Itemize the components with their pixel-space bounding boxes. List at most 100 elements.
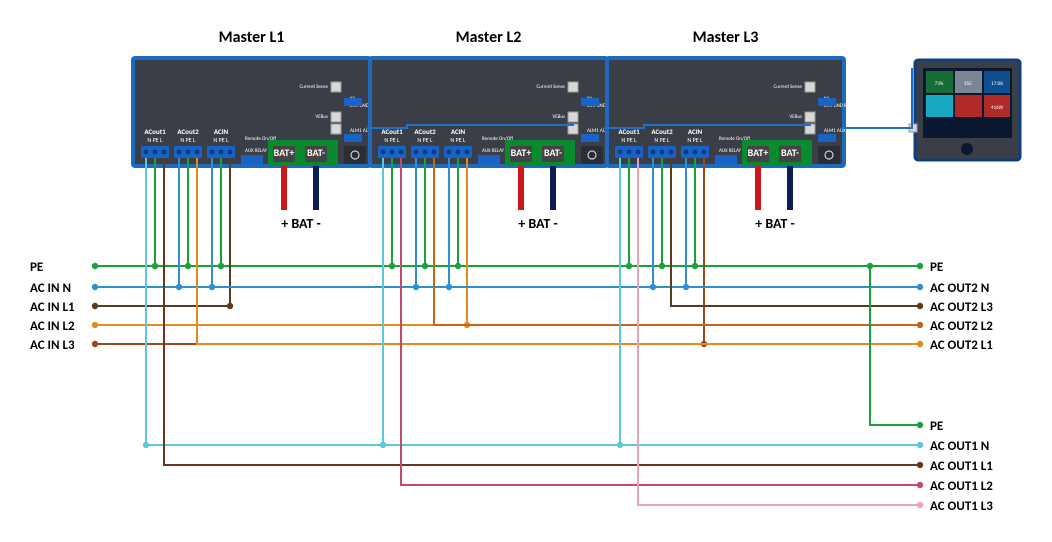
junction-node — [867, 263, 873, 269]
port-label: ACout2 — [414, 127, 436, 136]
bat-pos-wire — [281, 166, 287, 210]
bat-pos-label: BAT+ — [274, 146, 295, 159]
aux-label: AUX RELAY — [482, 148, 505, 154]
bus-label: AC IN L3 — [30, 338, 75, 353]
bus-acout2-l2 — [434, 158, 920, 325]
port-sublabel: N PE L — [384, 136, 400, 144]
port-sublabel: N PE L — [654, 136, 670, 144]
bus-label: AC OUT1 L3 — [930, 499, 993, 514]
junction-node — [143, 442, 149, 448]
cs-port — [331, 82, 341, 92]
bus-acout1-l1 — [164, 158, 920, 465]
junction-node — [917, 263, 923, 269]
bat-neg-label: BAT- — [307, 146, 325, 159]
power-panel — [344, 146, 366, 164]
power-panel — [581, 146, 603, 164]
aux-terminal — [478, 155, 500, 164]
bus-acin-l3 — [95, 158, 704, 344]
bus-label: AC IN L2 — [30, 319, 75, 334]
bus-label: AC OUT2 L1 — [930, 338, 993, 353]
mon-pct: 73% — [935, 81, 944, 87]
junction-node — [422, 263, 428, 269]
bat-label: + BAT - — [518, 215, 558, 232]
vebus-label: VEBus — [789, 114, 802, 120]
port-label: ACIN — [688, 127, 703, 136]
cs-label: Current Sense — [774, 84, 803, 90]
vebus-port1 — [331, 112, 341, 122]
port-sublabel: N PE L — [687, 136, 703, 144]
power-panel — [818, 146, 840, 164]
port-label: ACIN — [214, 127, 229, 136]
vebus-port2 — [331, 124, 341, 134]
aux-terminal — [241, 155, 263, 164]
k1-terminal — [818, 98, 836, 106]
bus-label: AC OUT2 L3 — [930, 300, 993, 315]
port-sublabel: N PE L — [180, 136, 196, 144]
bus-label: PE — [930, 419, 943, 434]
bus-label: AC OUT1 N — [930, 439, 989, 454]
bat-pos-label: BAT+ — [748, 146, 769, 159]
junction-node — [617, 442, 623, 448]
junction-node — [152, 263, 158, 269]
cs-port — [805, 82, 815, 92]
port-label: ACout2 — [177, 127, 199, 136]
aux-label: AUX RELAY — [245, 148, 268, 154]
junction-node — [692, 263, 698, 269]
junction-node — [659, 263, 665, 269]
bat-pos-wire — [518, 166, 524, 210]
port-label: ACout2 — [651, 127, 673, 136]
junction-node — [380, 442, 386, 448]
cs-port — [568, 82, 578, 92]
port-label: ACout1 — [144, 127, 166, 136]
bus-acout2-l3 — [671, 158, 920, 306]
port-sublabel: N PE L — [213, 136, 229, 144]
inverter-unit: Master L1ACout1N PE LACout2N PE LACINN P… — [133, 28, 382, 232]
bus-acin-l1 — [95, 158, 230, 306]
bus-pe-bot — [870, 266, 920, 425]
units: Master L1ACout1N PE LACout2N PE LACINN P… — [133, 28, 856, 232]
bus-label: AC IN L1 — [30, 300, 75, 315]
vebus-label: VEBus — [552, 114, 565, 120]
bat-neg-label: BAT- — [781, 146, 799, 159]
cs-label: Current Sense — [537, 84, 566, 90]
wiring-diagram: Master L1ACout1N PE LACout2N PE LACINN P… — [0, 0, 1052, 542]
junction-node — [185, 263, 191, 269]
bus-label: AC OUT1 L2 — [930, 479, 993, 494]
bus-lines: PEPEAC IN NAC IN L1AC IN L2AC IN L3AC OU… — [30, 158, 993, 514]
bus-label: PE — [930, 260, 943, 275]
bat-neg-wire — [313, 166, 319, 210]
bus-label: PE — [30, 260, 43, 275]
mon-red: 416W — [991, 105, 1004, 111]
unit-title: Master L1 — [219, 28, 285, 47]
bat-pos-wire — [755, 166, 761, 210]
junction-node — [455, 263, 461, 269]
monitor-unit: 73% ESS 17:08 416W — [909, 60, 1020, 160]
inverter-unit: Master L3ACout1N PE LACout2N PE LACINN P… — [607, 28, 856, 232]
alm-terminal — [818, 134, 836, 142]
aux-terminal — [715, 155, 737, 164]
bus-label: AC OUT1 L1 — [930, 459, 993, 474]
junction-node — [626, 263, 632, 269]
unit-title: Master L3 — [693, 28, 759, 47]
bus-label: AC OUT2 N — [930, 281, 989, 296]
bat-pos-label: BAT+ — [511, 146, 532, 159]
junction-node — [227, 303, 233, 309]
junction-node — [413, 284, 419, 290]
junction-node — [389, 263, 395, 269]
inverter-unit: Master L2ACout1N PE LACout2N PE LACINN P… — [370, 28, 619, 232]
junction-node — [218, 263, 224, 269]
bat-label: + BAT - — [281, 215, 321, 232]
bat-neg-wire — [550, 166, 556, 210]
mon-ess: ESS — [965, 81, 973, 87]
mon-time: 17:08 — [991, 81, 1003, 87]
unit-title: Master L2 — [456, 28, 522, 47]
k1-terminal — [344, 98, 362, 106]
bat-label: + BAT - — [755, 215, 795, 232]
port-sublabel: N PE L — [147, 136, 163, 144]
port-sublabel: N PE L — [450, 136, 466, 144]
port-sublabel: N PE L — [417, 136, 433, 144]
junction-node — [650, 284, 656, 290]
port-sublabel: N PE L — [621, 136, 637, 144]
vebus-port1 — [568, 112, 578, 122]
junction-node — [176, 284, 182, 290]
